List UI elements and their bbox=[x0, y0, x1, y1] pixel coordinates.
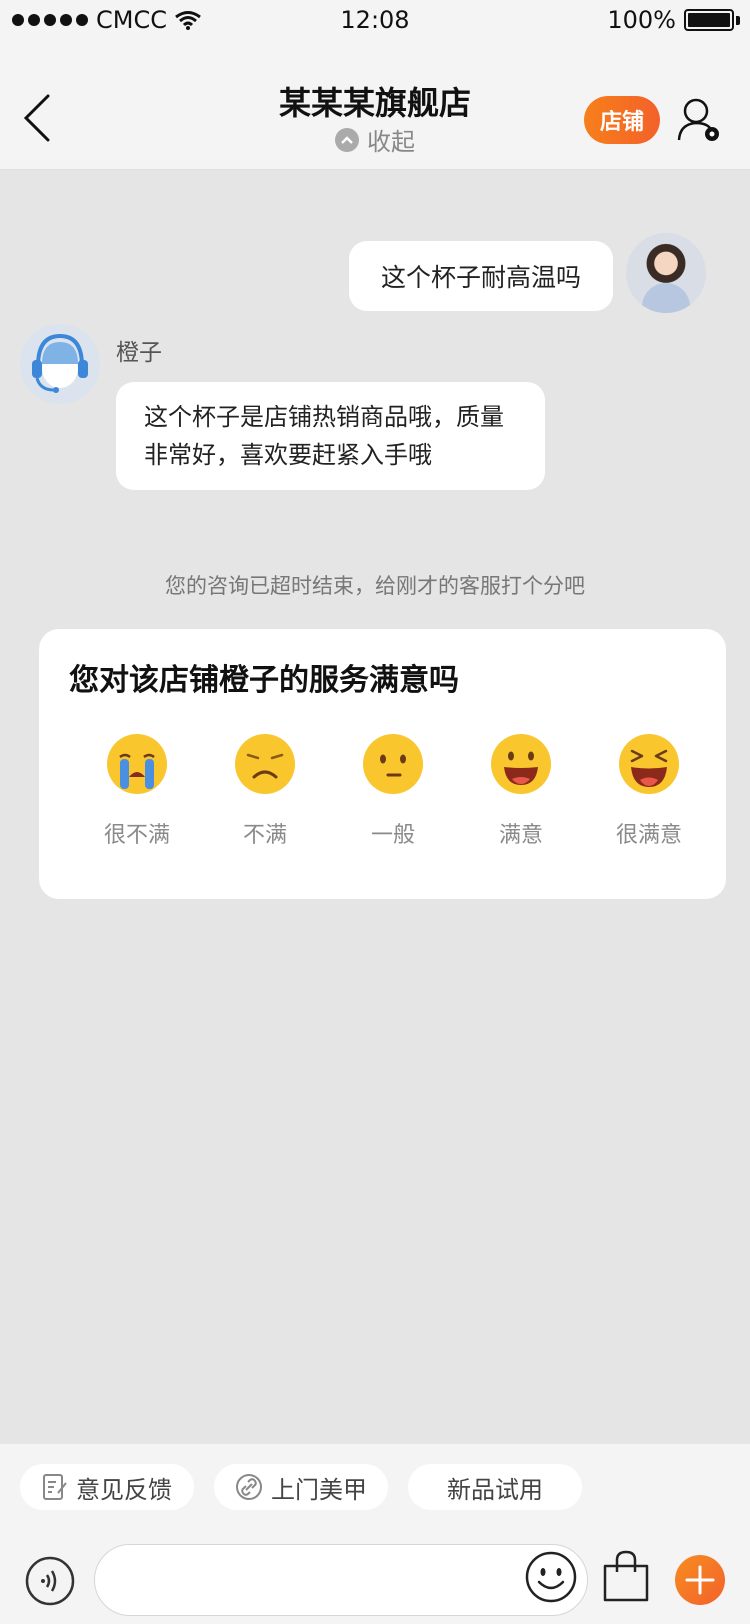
system-note: 您的咨询已超时结束，给刚才的客服打个分吧 bbox=[165, 574, 585, 598]
message-bubble-me: 这个杯子耐高温吗 bbox=[349, 241, 613, 311]
rating-options: 很不满 不满 一般 满意 很满意 bbox=[69, 733, 709, 863]
feedback-icon bbox=[43, 1474, 67, 1500]
quick-reply-label: 新品试用 bbox=[447, 1475, 543, 1504]
laughing-face-icon bbox=[619, 734, 679, 794]
collapse-label: 收起 bbox=[367, 128, 415, 156]
rating-option-satisfied[interactable]: 满意 bbox=[471, 733, 571, 849]
link-icon bbox=[236, 1474, 262, 1500]
rating-label: 满意 bbox=[498, 823, 543, 848]
quick-reply-label: 上门美甲 bbox=[271, 1475, 367, 1504]
plus-icon bbox=[685, 1565, 715, 1595]
bottom-bar: 意见反馈 上门美甲 新品试用 bbox=[0, 1444, 750, 1624]
status-bar-right: 100% bbox=[607, 6, 740, 34]
crying-face-icon bbox=[107, 734, 167, 794]
quick-reply-label: 意见反馈 bbox=[76, 1475, 172, 1504]
rating-option-very-satisfied[interactable]: 很满意 bbox=[599, 733, 699, 849]
voice-icon[interactable] bbox=[25, 1556, 75, 1606]
my-avatar[interactable] bbox=[626, 233, 706, 313]
rating-label: 很满意 bbox=[615, 823, 682, 848]
rating-card: 您对该店铺橙子的服务满意吗 很不满 不满 一般 满意 很满意 bbox=[39, 629, 726, 899]
rating-option-dissatisfied[interactable]: 不满 bbox=[215, 733, 315, 849]
agent-avatar[interactable] bbox=[20, 324, 100, 404]
message-input[interactable] bbox=[94, 1544, 588, 1616]
emoji-icon[interactable] bbox=[524, 1550, 578, 1604]
battery-cap bbox=[736, 15, 740, 25]
quick-reply-new-trial[interactable]: 新品试用 bbox=[408, 1464, 582, 1510]
shopping-bag-icon[interactable] bbox=[600, 1548, 652, 1604]
quick-reply-feedback[interactable]: 意见反馈 bbox=[20, 1464, 194, 1510]
rating-title: 您对该店铺橙子的服务满意吗 bbox=[69, 663, 459, 698]
rating-label: 一般 bbox=[370, 823, 415, 848]
smiling-face-icon bbox=[491, 734, 551, 794]
store-button[interactable]: 店铺 bbox=[584, 96, 660, 144]
battery-percent: 100% bbox=[607, 6, 676, 34]
rating-label: 不满 bbox=[242, 823, 287, 848]
message-bubble-agent: 这个杯子是店铺热销商品哦，质量非常好，喜欢要赶紧入手哦 bbox=[116, 382, 545, 490]
rating-option-neutral[interactable]: 一般 bbox=[343, 733, 443, 849]
user-settings-icon[interactable] bbox=[676, 96, 724, 144]
neutral-face-icon bbox=[363, 734, 423, 794]
rating-option-very-dissatisfied[interactable]: 很不满 bbox=[87, 733, 187, 849]
chat-area[interactable]: 这个杯子耐高温吗 橙子 这个杯子是店铺热销商品哦，质量非常好，喜欢要赶紧入手哦 … bbox=[0, 171, 750, 1444]
chevron-up-icon bbox=[335, 127, 359, 152]
input-row bbox=[0, 1532, 750, 1622]
agent-name: 橙子 bbox=[116, 340, 162, 366]
quick-reply-nail-service[interactable]: 上门美甲 bbox=[214, 1464, 388, 1510]
frowning-face-icon bbox=[235, 734, 295, 794]
more-plus-button[interactable] bbox=[675, 1555, 725, 1605]
rating-label: 很不满 bbox=[103, 823, 170, 848]
nav-bar: 某某某旗舰店 收起 店铺 bbox=[0, 40, 750, 170]
status-bar: CMCC 12:08 100% bbox=[0, 0, 750, 40]
customer-service-icon bbox=[20, 324, 100, 404]
battery-icon bbox=[684, 9, 734, 31]
